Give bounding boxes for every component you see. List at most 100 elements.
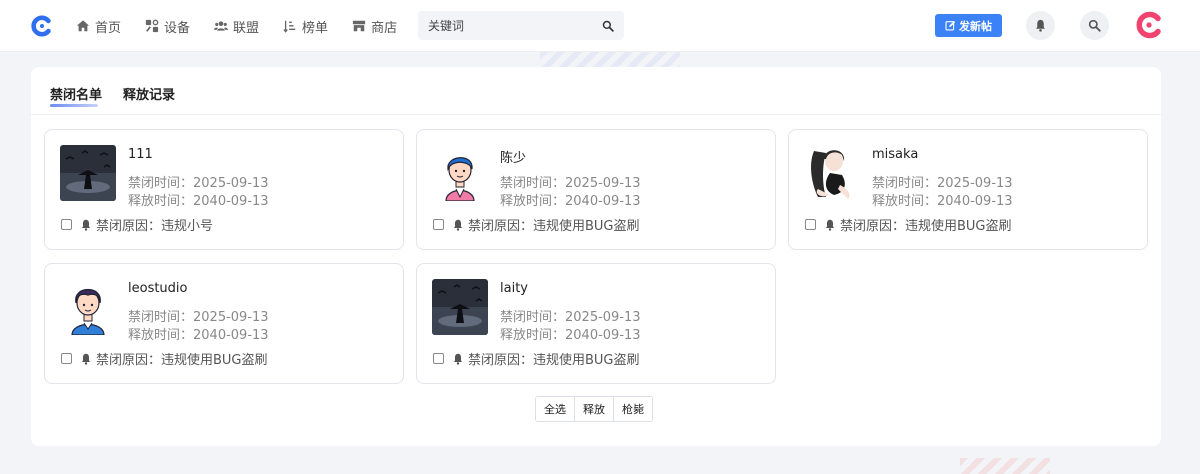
tab-release-records[interactable]: 释放记录 [123, 84, 175, 103]
bell-icon [453, 219, 463, 231]
release-time-value: 2040-09-13 [193, 328, 269, 343]
select-checkbox[interactable] [433, 353, 444, 364]
bulk-actions: 全选 释放 枪毙 [535, 396, 653, 422]
ban-reason: 禁闭原因：违规使用BUG盗刷 [96, 353, 268, 368]
nav-item-home[interactable]: 首页 [76, 17, 121, 36]
select-checkbox[interactable] [433, 219, 444, 230]
release-time: 释放时间：2040-09-13 [128, 190, 269, 209]
nav-item-label: 联盟 [233, 20, 260, 36]
ban-time: 禁闭时间：2025-09-13 [500, 172, 641, 191]
tab-bar: 禁闭名单 释放记录 [31, 67, 1161, 115]
new-post-label: 发新帖 [959, 19, 992, 33]
user-name[interactable]: misaka [872, 147, 918, 162]
user-name[interactable]: leostudio [128, 281, 188, 296]
ban-time: 禁闭时间：2025-09-13 [128, 172, 269, 191]
release-time: 释放时间：2040-09-13 [872, 190, 1013, 209]
search-icon[interactable] [602, 20, 614, 32]
jail-card: misaka 禁闭时间：2025-09-13 释放时间：2040-09-13 禁… [788, 129, 1148, 250]
release-time-label: 释放时间： [128, 328, 194, 343]
nav-item-label: 设备 [164, 20, 191, 36]
release-time: 释放时间：2040-09-13 [500, 190, 641, 209]
ban-time-label: 禁闭时间： [872, 176, 938, 191]
ban-reason: 禁闭原因：违规小号 [96, 219, 214, 234]
edit-icon [945, 21, 956, 31]
user-name[interactable]: laity [500, 281, 528, 296]
jail-panel: 禁闭名单 释放记录 111 禁闭时间：2025-09-13 释放时间：2040-… [31, 67, 1161, 446]
release-time-value: 2040-09-13 [937, 194, 1013, 209]
ban-time-label: 禁闭时间： [500, 310, 566, 325]
user-avatar [60, 279, 116, 335]
execute-button[interactable]: 枪毙 [614, 397, 652, 421]
ban-reason-row: 禁闭原因：违规使用BUG盗刷 [433, 215, 640, 234]
main-nav: 首页 设备 联盟 榜单 商店 [76, 0, 421, 52]
ban-reason: 禁闭原因：违规使用BUG盗刷 [468, 353, 640, 368]
release-button[interactable]: 释放 [575, 397, 614, 421]
ban-time-label: 禁闭时间： [128, 176, 194, 191]
home-icon [76, 20, 90, 32]
search-input[interactable] [428, 18, 602, 33]
ban-time: 禁闭时间：2025-09-13 [500, 306, 641, 325]
release-time-label: 释放时间： [128, 194, 194, 209]
tab-jail-list[interactable]: 禁闭名单 [50, 84, 102, 107]
release-time-label: 释放时间： [500, 194, 566, 209]
nav-item-ranking[interactable]: 榜单 [283, 17, 328, 36]
release-time-value: 2040-09-13 [565, 194, 641, 209]
ban-reason-row: 禁闭原因：违规使用BUG盗刷 [805, 215, 1012, 234]
background-decoration [960, 458, 1050, 474]
site-logo[interactable] [31, 15, 53, 37]
ban-reason-row: 禁闭原因：违规使用BUG盗刷 [61, 349, 268, 368]
bell-icon [81, 219, 91, 231]
select-checkbox[interactable] [61, 353, 72, 364]
release-time-label: 释放时间： [872, 194, 938, 209]
jail-card: laity 禁闭时间：2025-09-13 释放时间：2040-09-13 禁闭… [416, 263, 776, 384]
bell-icon [453, 353, 463, 365]
select-checkbox[interactable] [61, 219, 72, 230]
release-time: 释放时间：2040-09-13 [128, 324, 269, 343]
notifications-button[interactable] [1026, 11, 1055, 40]
user-avatar [60, 145, 116, 201]
ban-reason: 禁闭原因：违规使用BUG盗刷 [468, 219, 640, 234]
nav-item-alliance[interactable]: 联盟 [214, 17, 259, 36]
ban-time-label: 禁闭时间： [128, 310, 194, 325]
ban-time-value: 2025-09-13 [193, 310, 269, 325]
nav-item-devices[interactable]: 设备 [145, 17, 190, 36]
release-time-label: 释放时间： [500, 328, 566, 343]
nav-item-label: 榜单 [302, 20, 329, 36]
top-navbar: 首页 设备 联盟 榜单 商店 发新帖 [0, 0, 1200, 52]
ban-reason-row: 禁闭原因：违规使用BUG盗刷 [433, 349, 640, 368]
jail-card: leostudio 禁闭时间：2025-09-13 释放时间：2040-09-1… [44, 263, 404, 384]
ban-time-value: 2025-09-13 [565, 176, 641, 191]
bell-icon [1036, 19, 1045, 32]
store-icon [352, 20, 366, 32]
user-avatar [432, 279, 488, 335]
nav-item-label: 商店 [371, 20, 398, 36]
user-avatar [804, 145, 860, 201]
select-checkbox[interactable] [805, 219, 816, 230]
release-time-value: 2040-09-13 [193, 194, 269, 209]
users-icon [214, 21, 229, 31]
nav-item-store[interactable]: 商店 [352, 17, 397, 36]
jail-card: 陈少 禁闭时间：2025-09-13 释放时间：2040-09-13 禁闭原因：… [416, 129, 776, 250]
ban-reason: 禁闭原因：违规使用BUG盗刷 [840, 219, 1012, 234]
ban-time: 禁闭时间：2025-09-13 [872, 172, 1013, 191]
jail-card: 111 禁闭时间：2025-09-13 释放时间：2040-09-13 禁闭原因… [44, 129, 404, 250]
user-avatar [432, 145, 488, 201]
select-all-button[interactable]: 全选 [536, 397, 575, 421]
ranking-icon [283, 20, 296, 33]
ban-reason-row: 禁闭原因：违规小号 [61, 215, 213, 234]
search-box [418, 11, 624, 40]
ban-time-value: 2025-09-13 [193, 176, 269, 191]
ban-time-value: 2025-09-13 [937, 176, 1013, 191]
user-name[interactable]: 陈少 [500, 147, 526, 166]
new-post-button[interactable]: 发新帖 [935, 14, 1002, 37]
ban-time-label: 禁闭时间： [500, 176, 566, 191]
bell-icon [81, 353, 91, 365]
search-icon [1088, 19, 1101, 32]
nav-item-label: 首页 [95, 20, 122, 36]
search-toggle-button[interactable] [1080, 11, 1109, 40]
ban-time: 禁闭时间：2025-09-13 [128, 306, 269, 325]
user-avatar[interactable] [1135, 11, 1163, 39]
ban-time-value: 2025-09-13 [565, 310, 641, 325]
user-name[interactable]: 111 [128, 147, 153, 162]
release-time: 释放时间：2040-09-13 [500, 324, 641, 343]
